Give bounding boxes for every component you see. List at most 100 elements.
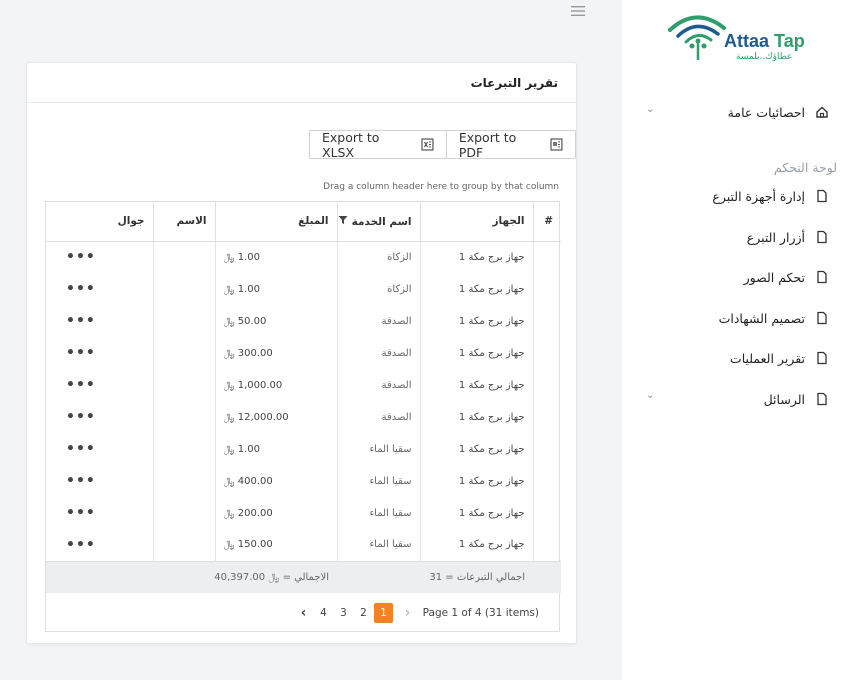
chevron-down-icon[interactable]: ⌄ [646, 104, 654, 115]
service-cell: الصدقة [336, 369, 420, 401]
export-pdf-button[interactable]: Export to PDF [445, 129, 575, 160]
row-index-cell [532, 401, 561, 433]
sidebar-item-label: تصميم الشهادات [718, 310, 805, 326]
column-header-service-label: اسم الخدمة [351, 215, 412, 228]
page-4-button[interactable]: 4 [314, 603, 333, 623]
device-cell: جهاز برج مكة 1 [419, 401, 533, 433]
total-amount-summary: الاجمالي = ﷼ 40,397.00 [46, 560, 337, 593]
sidebar-item-label: تقرير العمليات [729, 350, 805, 366]
amount-cell: 1.00 ﷼ [214, 433, 337, 465]
table-footer-row: اجمالي التبرعات = 31 الاجمالي = ﷼ 40,397… [46, 560, 561, 593]
brand-name-part1: Attaa [724, 31, 770, 51]
prev-page-chevron-icon[interactable]: ‹ [294, 603, 313, 623]
mobile-cell[interactable]: ••• [46, 369, 153, 401]
column-header-device[interactable]: الجهاز [419, 202, 533, 242]
card-title: تقرير التبرعات [27, 63, 576, 103]
row-index-cell [532, 433, 561, 465]
name-cell [152, 401, 215, 433]
next-page-chevron-icon[interactable]: › [398, 603, 417, 623]
column-header-index[interactable]: # [532, 202, 561, 242]
donations-table: # الجهاز اسم الخدمة المبلغ الاسم جوال جه… [46, 202, 561, 593]
amount-cell: 400.00 ﷼ [214, 465, 337, 497]
amount-cell: 50.00 ﷼ [214, 305, 337, 337]
row-index-cell [532, 241, 561, 273]
sidebar-item-devices[interactable]: إدارة أجهزة التبرع [712, 186, 829, 206]
sidebar-item-donate-buttons[interactable]: أزرار التبرع [747, 227, 829, 247]
row-index-cell [532, 273, 561, 305]
device-cell: جهاز برج مكة 1 [419, 465, 533, 497]
device-cell: جهاز برج مكة 1 [419, 273, 533, 305]
mobile-cell[interactable]: ••• [46, 433, 153, 465]
table-row[interactable]: جهاز برج مكة 1 سقيا الماء 200.00 ﷼ ••• [46, 497, 561, 529]
device-cell: جهاز برج مكة 1 [419, 337, 533, 369]
brand-name: Attaa Tap [724, 31, 805, 52]
export-button-group: Export to XLSX Export to PDF [309, 129, 576, 160]
column-header-amount[interactable]: المبلغ [214, 202, 337, 242]
page-2-button[interactable]: 2 [354, 603, 373, 623]
sidebar-item-images[interactable]: تحكم الصور [744, 267, 829, 287]
device-cell: جهاز برج مكة 1 [419, 497, 533, 529]
brand-tagline: عطاؤك..بلمسة [736, 52, 793, 62]
row-index-cell [532, 305, 561, 337]
column-header-name[interactable]: الاسم [152, 202, 215, 242]
table-row[interactable]: جهاز برج مكة 1 الصدقة 50.00 ﷼ ••• [46, 305, 561, 337]
hamburger-menu-icon[interactable] [571, 5, 585, 17]
chevron-down-icon[interactable]: ⌄ [646, 390, 654, 401]
sidebar-item-operations-report[interactable]: تقرير العمليات [730, 348, 829, 368]
sidebar-item-label: الرسائل [763, 391, 805, 407]
filter-icon[interactable] [338, 215, 348, 225]
donations-report-card: تقرير التبرعات Export to XLSX Export to … [26, 62, 577, 644]
table-row[interactable]: جهاز برج مكة 1 الصدقة 300.00 ﷼ ••• [46, 337, 561, 369]
page-3-button[interactable]: 3 [334, 603, 353, 623]
mobile-cell[interactable]: ••• [46, 529, 153, 561]
mobile-cell[interactable]: ••• [46, 241, 153, 273]
table-row[interactable]: جهاز برج مكة 1 سقيا الماء 150.00 ﷼ ••• [46, 529, 561, 561]
table-row[interactable]: جهاز برج مكة 1 الزكاة 1.00 ﷼ ••• [46, 273, 561, 305]
row-index-cell [532, 337, 561, 369]
name-cell [152, 529, 215, 561]
mobile-cell[interactable]: ••• [46, 305, 153, 337]
sidebar-item-certificates[interactable]: تصميم الشهادات [719, 308, 829, 328]
table-header-row: # الجهاز اسم الخدمة المبلغ الاسم جوال [46, 202, 561, 242]
pdf-file-icon [550, 138, 563, 151]
device-cell: جهاز برج مكة 1 [419, 305, 533, 337]
table-row[interactable]: جهاز برج مكة 1 الصدقة 12,000.00 ﷼ ••• [46, 401, 561, 433]
name-cell [152, 369, 215, 401]
export-pdf-label: Export to PDF [458, 129, 517, 160]
sidebar-item-label: احصائيات عامة [727, 104, 805, 120]
document-icon [817, 189, 827, 203]
service-cell: الصدقة [336, 401, 420, 433]
column-header-mobile[interactable]: جوال [46, 202, 153, 242]
mobile-cell[interactable]: ••• [46, 337, 153, 369]
column-header-service[interactable]: اسم الخدمة [336, 202, 420, 242]
page-1-button[interactable]: 1 [374, 603, 393, 623]
amount-cell: 150.00 ﷼ [214, 529, 337, 561]
document-icon [817, 311, 827, 325]
table-row[interactable]: جهاز برج مكة 1 الزكاة 1.00 ﷼ ••• [46, 241, 561, 273]
table-row[interactable]: جهاز برج مكة 1 الصدقة 1,000.00 ﷼ ••• [46, 369, 561, 401]
sidebar-item-label: تحكم الصور [743, 269, 805, 285]
brand-name-part2: Tap [774, 31, 805, 51]
export-xlsx-button[interactable]: Export to XLSX [310, 129, 446, 160]
excel-file-icon [421, 138, 434, 151]
table-row[interactable]: جهاز برج مكة 1 سقيا الماء 1.00 ﷼ ••• [46, 433, 561, 465]
table-row[interactable]: جهاز برج مكة 1 سقيا الماء 400.00 ﷼ ••• [46, 465, 561, 497]
document-icon [817, 270, 827, 284]
sidebar-item-statistics[interactable]: احصائيات عامة [728, 102, 829, 122]
mobile-cell[interactable]: ••• [46, 273, 153, 305]
document-icon [817, 230, 827, 244]
sidebar-item-label: إدارة أجهزة التبرع [712, 188, 805, 204]
sidebar-item-messages[interactable]: الرسائل [764, 389, 829, 409]
pagination: ‹ 4 3 2 1 › Page 1 of 4 (31 items) [46, 595, 561, 631]
name-cell [152, 241, 215, 273]
mobile-cell[interactable]: ••• [46, 401, 153, 433]
mobile-cell[interactable]: ••• [46, 465, 153, 497]
donations-grid: # الجهاز اسم الخدمة المبلغ الاسم جوال جه… [45, 201, 561, 632]
export-xlsx-label: Export to XLSX [322, 129, 380, 160]
mobile-cell[interactable]: ••• [46, 497, 153, 529]
name-cell [152, 433, 215, 465]
service-cell: الزكاة [336, 273, 420, 305]
amount-cell: 1.00 ﷼ [214, 241, 337, 273]
device-cell: جهاز برج مكة 1 [419, 433, 533, 465]
row-index-cell [532, 465, 561, 497]
